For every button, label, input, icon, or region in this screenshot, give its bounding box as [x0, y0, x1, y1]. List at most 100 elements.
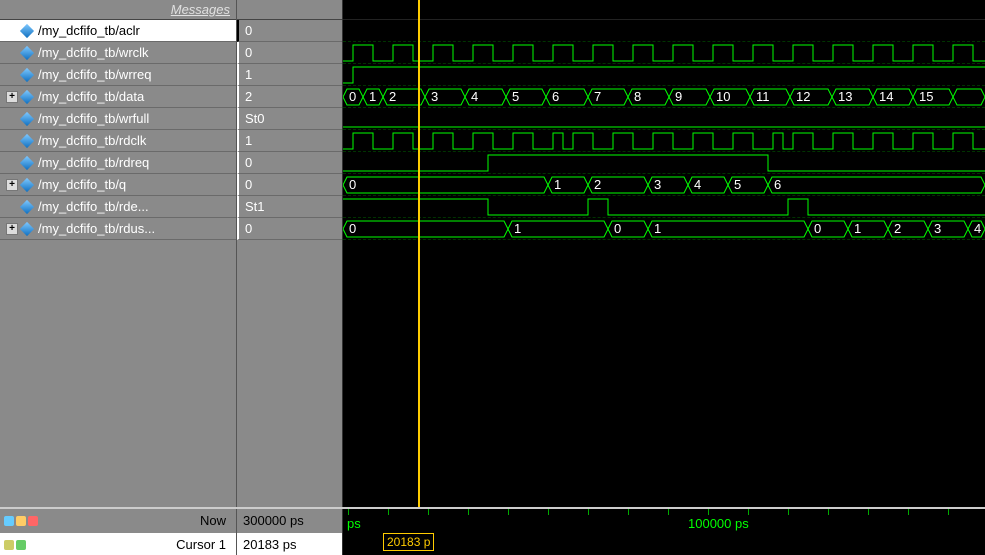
- signal-value-cell[interactable]: 2: [237, 86, 342, 108]
- signal-value-cell[interactable]: 0: [237, 152, 342, 174]
- time-tick: [868, 509, 869, 515]
- footer: Now Cursor 1 300000 ps 20183 ps ps 10000…: [0, 507, 985, 555]
- signal-diamond-icon: [20, 221, 34, 235]
- svg-text:1: 1: [554, 177, 561, 192]
- wave-row[interactable]: [343, 130, 985, 152]
- waveform-viewer: Messages /my_dcfifo_tb/aclr/my_dcfifo_tb…: [0, 0, 985, 555]
- svg-text:3: 3: [934, 221, 941, 236]
- signal-name-text: /my_dcfifo_tb/data: [38, 86, 144, 108]
- signal-diamond-icon: [20, 177, 34, 191]
- signal-value-cell[interactable]: 1: [237, 130, 342, 152]
- expand-spacer: [6, 135, 18, 147]
- signal-value-cell[interactable]: 0: [237, 174, 342, 196]
- time-tick: [468, 509, 469, 515]
- cursor-label: Cursor 1: [176, 533, 226, 555]
- signal-name-row[interactable]: /my_dcfifo_tb/wrreq: [0, 64, 236, 86]
- svg-text:2: 2: [594, 177, 601, 192]
- toolbar-icon-5[interactable]: [16, 540, 26, 550]
- signal-value-cell[interactable]: 0: [237, 218, 342, 240]
- toolbar-icon-2[interactable]: [16, 516, 26, 526]
- cursor-line[interactable]: [418, 0, 420, 507]
- signal-value-cell[interactable]: 1: [237, 64, 342, 86]
- signal-name-row[interactable]: /my_dcfifo_tb/wrfull: [0, 108, 236, 130]
- cursor-row[interactable]: Cursor 1: [0, 533, 236, 555]
- expand-icon[interactable]: +: [6, 179, 18, 191]
- signal-diamond-icon: [20, 89, 34, 103]
- svg-text:1: 1: [654, 221, 661, 236]
- signal-name-row[interactable]: + /my_dcfifo_tb/data: [0, 86, 236, 108]
- time-tick: [588, 509, 589, 515]
- svg-text:3: 3: [654, 177, 661, 192]
- signal-name-text: /my_dcfifo_tb/rdus...: [38, 218, 155, 240]
- wave-body[interactable]: 01234567891011121314150123456010101234: [343, 20, 985, 507]
- toolbar-icon-3[interactable]: [28, 516, 38, 526]
- svg-text:13: 13: [838, 89, 852, 104]
- now-row: Now: [0, 509, 236, 533]
- main-area: Messages /my_dcfifo_tb/aclr/my_dcfifo_tb…: [0, 0, 985, 507]
- signal-name-row[interactable]: /my_dcfifo_tb/aclr: [0, 20, 236, 42]
- svg-text:4: 4: [974, 221, 981, 236]
- cursor-value: 20183 ps: [237, 533, 342, 555]
- toolbar-icon-4[interactable]: [4, 540, 14, 550]
- svg-text:5: 5: [512, 89, 519, 104]
- time-tick: [828, 509, 829, 515]
- signal-name-row[interactable]: /my_dcfifo_tb/rde...: [0, 196, 236, 218]
- signal-diamond-icon: [20, 45, 34, 59]
- expand-icon[interactable]: +: [6, 223, 18, 235]
- signal-name-row[interactable]: + /my_dcfifo_tb/rdus...: [0, 218, 236, 240]
- time-tick: [708, 509, 709, 515]
- time-tick: [948, 509, 949, 515]
- wave-row[interactable]: [343, 64, 985, 86]
- expand-spacer: [6, 47, 18, 59]
- svg-text:2: 2: [389, 89, 396, 104]
- expand-spacer: [6, 69, 18, 81]
- timescale-mark: 100000 ps: [688, 516, 749, 531]
- svg-text:0: 0: [814, 221, 821, 236]
- svg-text:1: 1: [369, 89, 376, 104]
- signal-name-text: /my_dcfifo_tb/wrreq: [38, 64, 151, 86]
- expand-spacer: [6, 113, 18, 125]
- svg-text:3: 3: [431, 89, 438, 104]
- svg-text:0: 0: [614, 221, 621, 236]
- waveform-area[interactable]: 01234567891011121314150123456010101234: [343, 0, 985, 507]
- signal-name-row[interactable]: /my_dcfifo_tb/rdreq: [0, 152, 236, 174]
- svg-text:6: 6: [552, 89, 559, 104]
- wave-row[interactable]: [343, 196, 985, 218]
- signal-diamond-icon: [20, 111, 34, 125]
- signal-value-cell[interactable]: 0: [237, 42, 342, 64]
- signal-name-text: /my_dcfifo_tb/rdclk: [38, 130, 146, 152]
- wave-row[interactable]: [343, 108, 985, 130]
- wave-row[interactable]: 0123456789101112131415: [343, 86, 985, 108]
- signal-value-cell[interactable]: 0: [237, 20, 342, 42]
- svg-text:11: 11: [756, 89, 770, 104]
- wave-row[interactable]: [343, 42, 985, 64]
- signal-diamond-icon: [20, 199, 34, 213]
- svg-text:0: 0: [349, 177, 356, 192]
- signal-value-cell[interactable]: St1: [237, 196, 342, 218]
- expand-spacer: [6, 157, 18, 169]
- time-tick: [548, 509, 549, 515]
- wave-row[interactable]: [343, 152, 985, 174]
- cursor-flag[interactable]: 20183 p: [383, 533, 434, 551]
- time-tick: [508, 509, 509, 515]
- signal-name-row[interactable]: /my_dcfifo_tb/wrclk: [0, 42, 236, 64]
- wave-row[interactable]: 0123456: [343, 174, 985, 196]
- svg-text:14: 14: [879, 89, 893, 104]
- svg-text:12: 12: [796, 89, 810, 104]
- wave-row[interactable]: 010101234: [343, 218, 985, 240]
- timescale-unit: ps: [347, 516, 361, 531]
- expand-icon[interactable]: +: [6, 91, 18, 103]
- signal-value-cell[interactable]: St0: [237, 108, 342, 130]
- time-tick: [428, 509, 429, 515]
- svg-text:4: 4: [694, 177, 701, 192]
- signal-name-row[interactable]: /my_dcfifo_tb/rdclk: [0, 130, 236, 152]
- toolbar-icon-1[interactable]: [4, 516, 14, 526]
- svg-text:9: 9: [675, 89, 682, 104]
- signal-name-row[interactable]: +/my_dcfifo_tb/q: [0, 174, 236, 196]
- time-tick: [668, 509, 669, 515]
- svg-text:8: 8: [634, 89, 641, 104]
- time-tick: [628, 509, 629, 515]
- wave-time-header: [343, 0, 985, 20]
- wave-row[interactable]: [343, 20, 985, 42]
- signal-values-column: 0012St0100St10: [237, 0, 343, 507]
